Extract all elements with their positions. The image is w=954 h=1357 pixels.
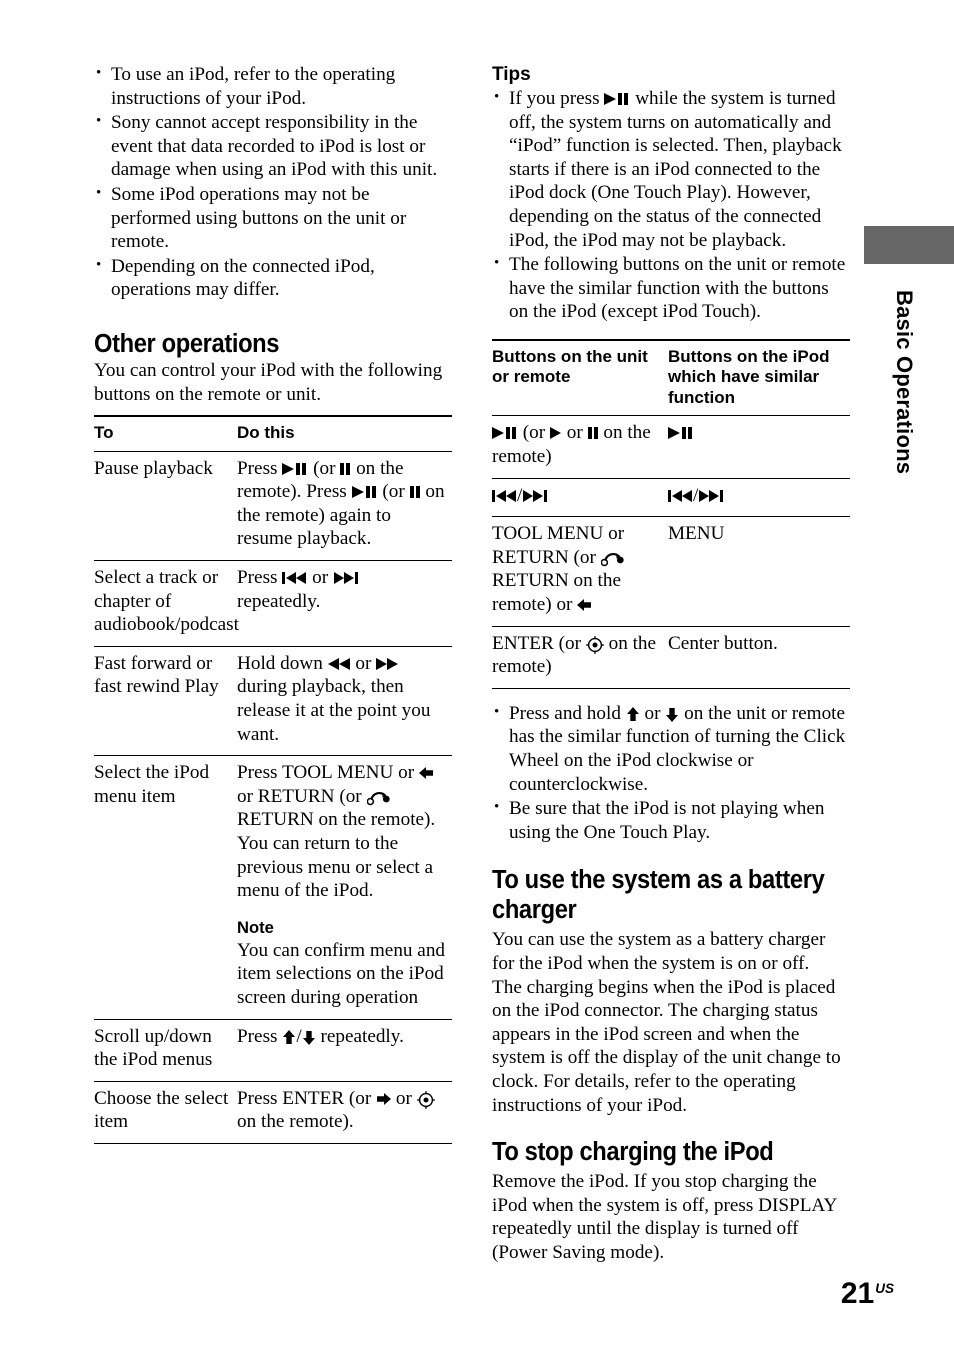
section-intro-text: You can control your iPod with the follo… (94, 359, 443, 405)
table-header-row: Buttons on the unit or remote Buttons on… (492, 339, 850, 416)
charger-paragraph-1: You can use the system as a battery char… (492, 929, 826, 974)
play-icon (549, 426, 562, 440)
enter-icon (416, 1090, 435, 1109)
return-icon (600, 551, 625, 567)
table-cell-ipod-button: / (668, 478, 850, 517)
intro-bullet-list: To use an iPod, refer to the operating i… (94, 62, 452, 302)
column-header-unit-buttons: Buttons on the unit or remote (492, 346, 648, 387)
tips-heading: Tips (492, 64, 531, 85)
after-table-bullet-list: Press and hold or on the unit or remote … (492, 701, 850, 845)
page-number: 21US (841, 1279, 894, 1309)
button-comparison-table: Buttons on the unit or remote Buttons on… (492, 339, 850, 689)
list-item: Press and hold or on the unit or remote … (492, 701, 850, 796)
skip-forward-icon (522, 489, 548, 503)
table-cell-to: Select the iPod menu item (94, 762, 210, 807)
arrow-left-icon (577, 598, 592, 612)
table-cell-do-this: Hold down or during playback, then relea… (237, 652, 431, 745)
left-column: To use an iPod, refer to the operating i… (94, 62, 452, 1144)
charger-paragraph-2: The charging begins when the iPod is pla… (492, 976, 841, 1116)
arrow-up-icon (626, 706, 640, 722)
table-cell-do-this: Press / repeatedly. (237, 1025, 404, 1047)
page-number-value: 21 (840, 1277, 875, 1310)
list-item: If you press while the system is turned … (492, 86, 850, 252)
column-header-to: To (94, 423, 114, 443)
table-row: Pause playback Press (or on the remote). … (94, 451, 452, 561)
column-header-do-this: Do this (237, 423, 295, 443)
arrow-down-icon (302, 1030, 316, 1045)
table-cell-to: Pause playback (94, 457, 213, 479)
column-header-ipod-buttons: Buttons on the iPod which have similar f… (668, 346, 830, 407)
table-cell-ipod-button: MENU (668, 523, 725, 545)
play-pause-icon (668, 426, 694, 440)
table-row: Fast forward or fast rewind Play Hold dow… (94, 646, 452, 756)
table-cell-ipod-button: Center button. (668, 632, 778, 654)
arrow-left-icon (418, 766, 434, 780)
right-column: Tips If you press while the system is tu… (492, 63, 850, 1264)
list-item: The following buttons on the unit or rem… (492, 252, 850, 324)
table-row: TOOL MENU or RETURN (or RETURN on the re… (492, 517, 850, 627)
page-number-suffix: US (875, 1281, 894, 1296)
table-cell-do-this: Press ENTER (or or on the remote). (237, 1081, 452, 1143)
stop-charging-heading: To stop charging the iPod (492, 1138, 774, 1167)
table-row: ENTER (or on the remote) Center button. (492, 626, 850, 689)
return-icon (366, 790, 391, 806)
pause-icon (409, 485, 421, 499)
table-cell-unit-button: ENTER (or on the remote) (492, 632, 657, 678)
battery-charger-heading: To use the system as a battery charger (492, 866, 825, 925)
table-cell-do-this: Press (or on the remote). Press (or on t… (237, 457, 445, 550)
arrow-up-icon (282, 1029, 296, 1045)
table-row: Scroll up/down the iPod menus Press / rep… (94, 1019, 452, 1082)
table-header-row: To Do this (94, 416, 452, 452)
table-cell-to: Choose the select item (94, 1087, 229, 1133)
arrow-down-icon (665, 707, 679, 722)
skip-forward-icon (333, 571, 358, 585)
stop-charging-paragraph: Remove the iPod. If you stop charging th… (492, 1171, 837, 1263)
skip-forward-icon (698, 489, 724, 503)
table-row: Select a track or chapter of audiobook/p… (94, 561, 452, 647)
table-row: Choose the select item Press ENTER (or or… (94, 1081, 452, 1144)
pause-icon (340, 462, 351, 476)
play-pause-icon (492, 426, 518, 440)
thumb-tab-marker (864, 226, 954, 264)
table-row: Select the iPod menu item Press TOOL MENU… (94, 756, 452, 1019)
table-cell-unit-button: (or or on the remote) (492, 422, 651, 468)
list-item: To use an iPod, refer to the operating i… (94, 62, 452, 110)
other-operations-table: To Do this Pause playback Press (or on th… (94, 415, 452, 1144)
manual-page: To use an iPod, refer to the operating i… (0, 0, 954, 1357)
fast-forward-icon (376, 657, 399, 671)
play-pause-icon (604, 92, 630, 106)
table-cell-do-this: Press TOOL MENU or or RETURN (or RETURN … (237, 762, 446, 1008)
page-title: Other operations (94, 329, 280, 358)
pause-icon (587, 426, 599, 440)
skip-back-icon (668, 489, 693, 503)
list-item: Be sure that the iPod is not playing whe… (492, 796, 850, 844)
table-cell-do-this: Press or repeatedly. (237, 561, 452, 647)
table-row: (or or on the remote) (492, 416, 850, 479)
play-pause-icon (351, 485, 378, 499)
table-row: / / (492, 478, 850, 517)
skip-back-icon (282, 571, 307, 585)
table-cell-to: Scroll up/down the iPod menus (94, 1025, 213, 1071)
skip-back-icon (492, 489, 517, 503)
arrow-right-icon (376, 1092, 392, 1106)
table-cell-unit-button: TOOL MENU or RETURN (or RETURN on the re… (492, 523, 625, 615)
rewind-icon (327, 657, 351, 671)
note-heading: Note (237, 917, 274, 937)
chapter-tab-label: Basic Operations (892, 290, 917, 475)
list-item: Depending on the connected iPod, operati… (94, 254, 452, 302)
list-item: Some iPod operations may not be performe… (94, 182, 452, 254)
table-cell-to: Select a track or chapter of audiobook/p… (94, 567, 239, 636)
tips-bullet-list: If you press while the system is turned … (492, 86, 850, 324)
table-cell-to: Fast forward or fast rewind Play (94, 652, 219, 698)
note-text: You can confirm menu and item selections… (237, 939, 446, 1008)
list-item: Sony cannot accept responsibility in the… (94, 110, 452, 182)
enter-icon (585, 635, 604, 654)
play-pause-icon (282, 462, 308, 476)
table-cell-unit-button: / (492, 478, 668, 517)
table-cell-ipod-button (668, 416, 850, 478)
